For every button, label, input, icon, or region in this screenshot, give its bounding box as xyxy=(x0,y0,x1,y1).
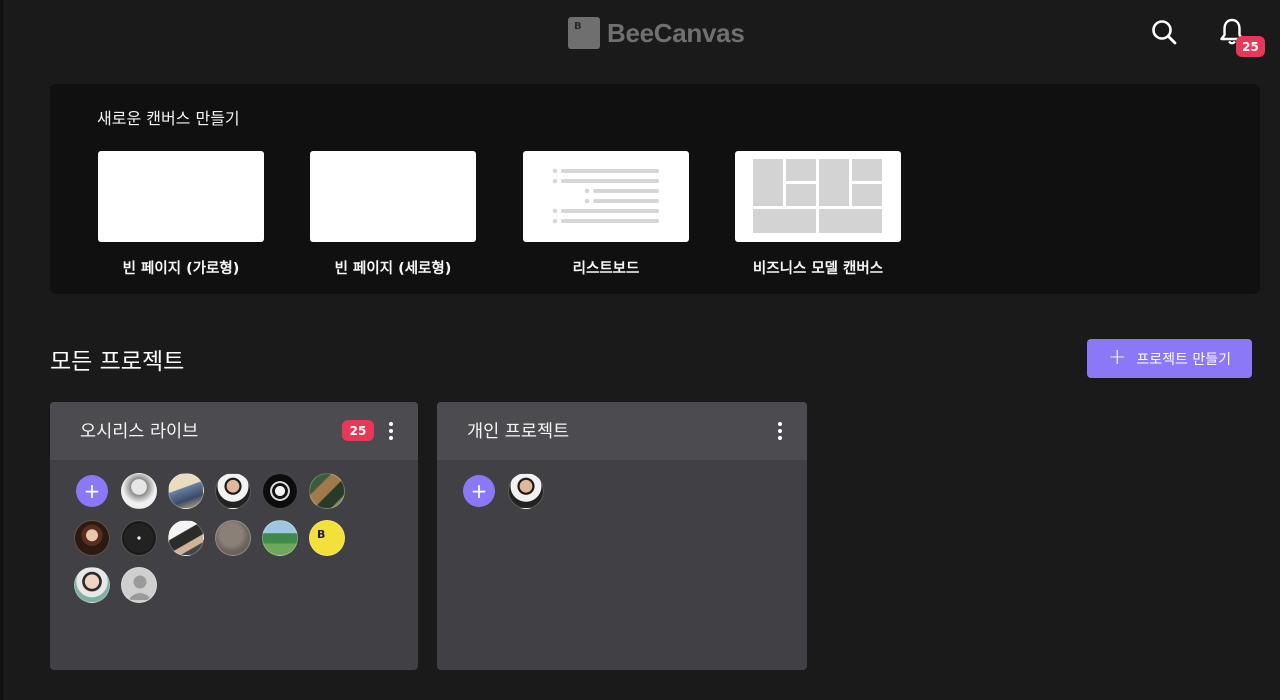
add-member-button[interactable]: + xyxy=(463,475,495,507)
avatar[interactable] xyxy=(121,473,157,509)
project-card-header: 오시리스 라이브 25 xyxy=(50,402,418,460)
avatar[interactable] xyxy=(309,473,345,509)
member-list: + xyxy=(461,473,761,509)
template-thumbnail xyxy=(735,151,901,242)
projects-section-title: 모든 프로젝트 xyxy=(50,349,185,375)
project-name[interactable]: 개인 프로젝트 xyxy=(467,418,569,443)
avatar[interactable] xyxy=(508,473,544,509)
template-label: 빈 페이지 (세로형) xyxy=(334,261,452,277)
new-canvas-panel: 새로운 캔버스 만들기 빈 페이지 (가로형) 빈 페이지 (세로형) 리스트보… xyxy=(50,84,1260,294)
notification-button[interactable]: 25 xyxy=(1218,16,1268,60)
template-blank-portrait[interactable]: 빈 페이지 (세로형) xyxy=(310,151,476,278)
avatar[interactable] xyxy=(121,520,157,556)
plus-icon: + xyxy=(1107,344,1127,370)
project-card[interactable]: 개인 프로젝트 + xyxy=(437,402,807,670)
avatar[interactable] xyxy=(262,473,298,509)
more-options-icon[interactable] xyxy=(386,419,396,443)
project-card[interactable]: 오시리스 라이브 25 + B xyxy=(50,402,418,670)
member-list: + B xyxy=(74,473,374,603)
template-label: 리스트보드 xyxy=(572,261,640,277)
avatar[interactable] xyxy=(215,473,251,509)
create-project-button[interactable]: + 프로젝트 만들기 xyxy=(1087,339,1252,378)
app-logo[interactable]: B BeeCanvas xyxy=(568,17,745,49)
template-blank-landscape[interactable]: 빈 페이지 (가로형) xyxy=(98,151,264,278)
template-business-model-canvas[interactable]: 비즈니스 모델 캔버스 xyxy=(735,151,901,278)
listboard-preview-icon xyxy=(552,168,659,224)
avatar-initial: B xyxy=(317,528,326,541)
project-notification-badge: 25 xyxy=(342,420,374,441)
logo-mark-icon: B xyxy=(568,17,600,49)
avatar[interactable] xyxy=(74,567,110,603)
template-thumbnail xyxy=(310,151,476,242)
template-label: 빈 페이지 (가로형) xyxy=(122,261,240,277)
template-thumbnail xyxy=(98,151,264,242)
create-project-label: 프로젝트 만들기 xyxy=(1136,351,1232,368)
avatar-placeholder[interactable] xyxy=(121,567,157,603)
avatar[interactable] xyxy=(262,520,298,556)
business-model-preview-icon xyxy=(753,159,882,233)
new-canvas-title: 새로운 캔버스 만들기 xyxy=(97,109,240,128)
avatar[interactable] xyxy=(74,520,110,556)
template-thumbnail xyxy=(523,151,689,242)
notification-count-badge: 25 xyxy=(1236,36,1265,57)
template-label: 비즈니스 모델 캔버스 xyxy=(752,261,884,277)
add-member-button[interactable]: + xyxy=(76,475,108,507)
top-header: B BeeCanvas 25 xyxy=(0,0,1280,66)
logo-text: BeeCanvas xyxy=(607,17,745,48)
avatar[interactable] xyxy=(168,473,204,509)
more-options-icon[interactable] xyxy=(775,419,785,443)
avatar[interactable] xyxy=(215,520,251,556)
project-name[interactable]: 오시리스 라이브 xyxy=(80,418,198,443)
default-user-icon xyxy=(128,575,152,600)
search-icon[interactable] xyxy=(1150,18,1178,46)
window-edge xyxy=(0,0,3,700)
avatar[interactable]: B xyxy=(309,520,345,556)
template-listboard[interactable]: 리스트보드 xyxy=(523,151,689,278)
project-card-header: 개인 프로젝트 xyxy=(437,402,807,460)
avatar[interactable] xyxy=(168,520,204,556)
